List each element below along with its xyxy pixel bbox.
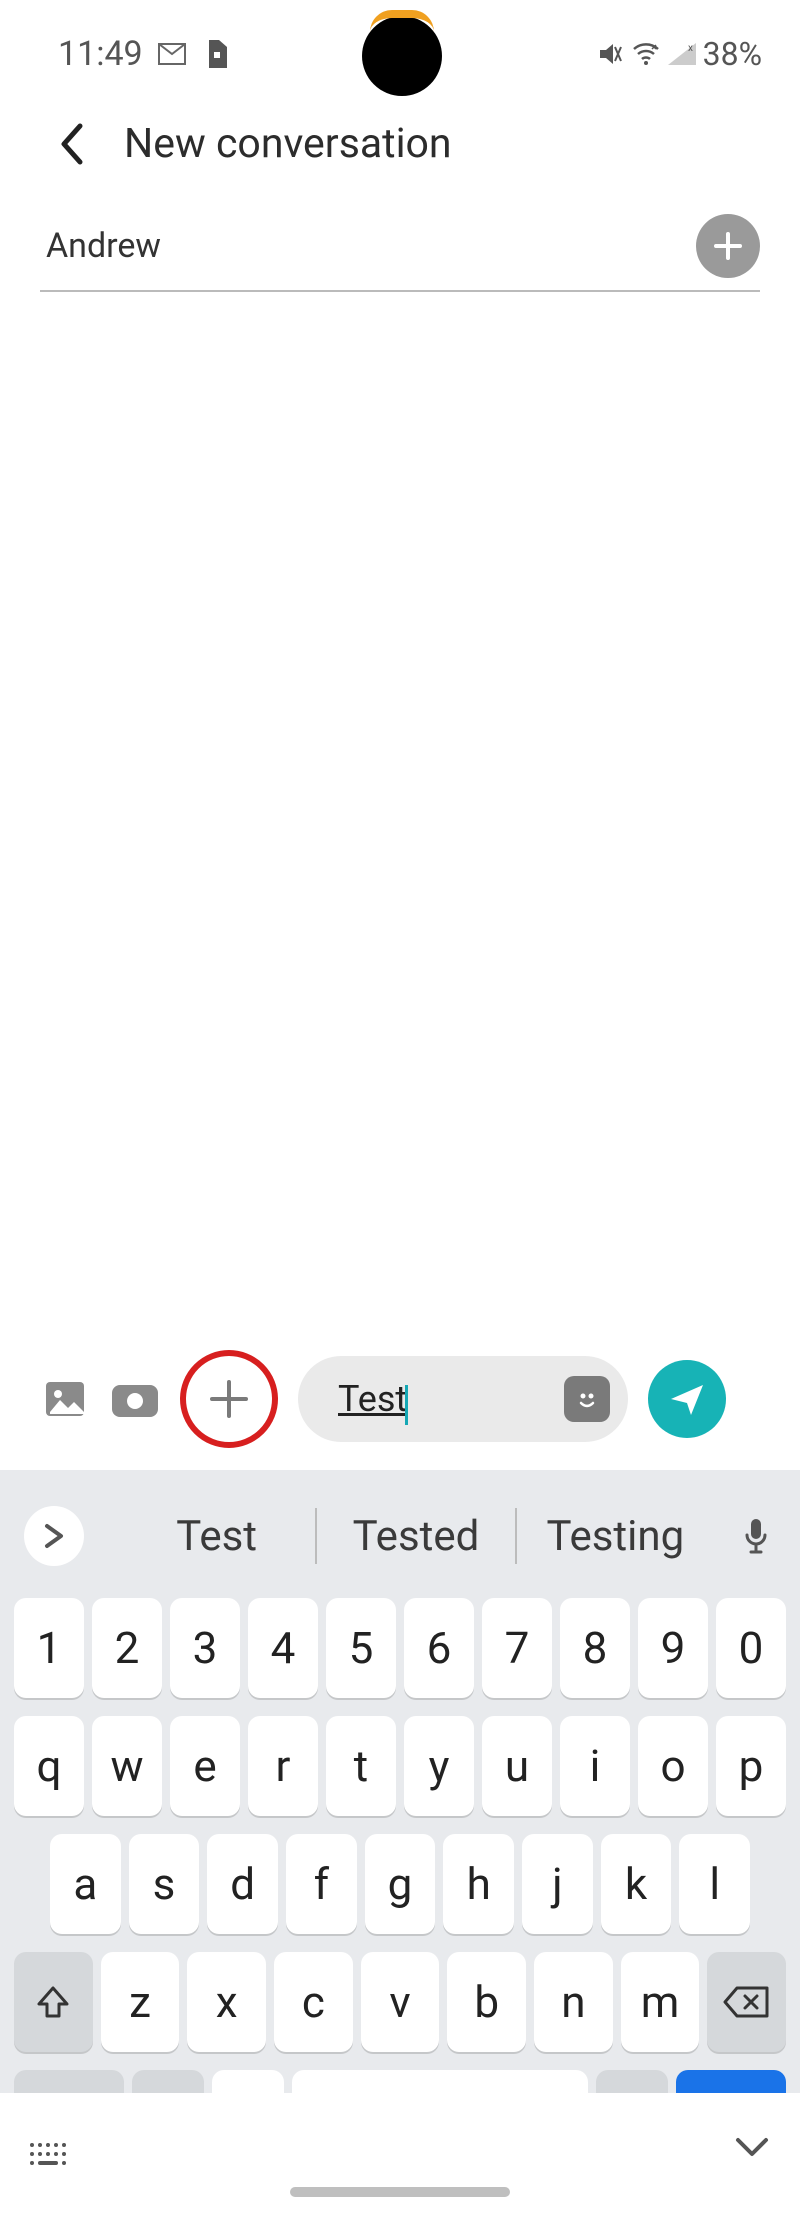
key-row-4: z x c v b n m xyxy=(0,1952,800,2052)
battery-text: 38% xyxy=(703,35,762,73)
key-h[interactable]: h xyxy=(443,1834,514,1934)
key-row-2: q w e r t y u i o p xyxy=(0,1716,800,1816)
key-9[interactable]: 9 xyxy=(638,1598,708,1698)
mute-icon xyxy=(595,39,625,69)
key-2[interactable]: 2 xyxy=(92,1598,162,1698)
mic-icon xyxy=(743,1517,769,1555)
gallery-button[interactable] xyxy=(40,1374,90,1424)
key-3[interactable]: 3 xyxy=(170,1598,240,1698)
camera-cutout-icon xyxy=(362,16,442,96)
page-title: New conversation xyxy=(124,120,452,168)
suggestion-row: Test Tested Testing xyxy=(0,1492,800,1580)
key-p[interactable]: p xyxy=(716,1716,786,1816)
wifi-icon xyxy=(631,39,661,69)
plus-icon xyxy=(206,1376,252,1422)
send-button[interactable] xyxy=(648,1360,726,1438)
shift-icon xyxy=(33,1982,73,2022)
key-row-3: a s d f g h j k l xyxy=(0,1834,800,1934)
suggestion-3[interactable]: Testing xyxy=(517,1512,714,1561)
key-x[interactable]: x xyxy=(187,1952,266,2052)
camera-icon xyxy=(110,1379,160,1419)
home-indicator[interactable] xyxy=(290,2187,510,2197)
key-c[interactable]: c xyxy=(274,1952,353,2052)
key-f[interactable]: f xyxy=(286,1834,357,1934)
image-icon xyxy=(42,1376,88,1422)
send-icon xyxy=(667,1379,707,1419)
message-text: Test xyxy=(338,1378,546,1420)
compose-bar: Test xyxy=(0,1350,800,1448)
attach-more-button[interactable] xyxy=(180,1350,278,1448)
svg-text:x: x xyxy=(688,43,693,54)
key-z[interactable]: z xyxy=(101,1952,180,2052)
key-t[interactable]: t xyxy=(326,1716,396,1816)
keyboard-icon xyxy=(28,2141,68,2167)
expand-toolbar-button[interactable] xyxy=(24,1506,84,1566)
key-y[interactable]: y xyxy=(404,1716,474,1816)
key-u[interactable]: u xyxy=(482,1716,552,1816)
key-r[interactable]: r xyxy=(248,1716,318,1816)
key-0[interactable]: 0 xyxy=(716,1598,786,1698)
key-7[interactable]: 7 xyxy=(482,1598,552,1698)
nav-bar xyxy=(0,2093,800,2215)
key-6[interactable]: 6 xyxy=(404,1598,474,1698)
camera-button[interactable] xyxy=(110,1374,160,1424)
chevron-left-icon xyxy=(58,122,86,166)
sticker-icon xyxy=(572,1384,602,1414)
suggestion-1[interactable]: Test xyxy=(118,1512,315,1561)
key-1[interactable]: 1 xyxy=(14,1598,84,1698)
key-o[interactable]: o xyxy=(638,1716,708,1816)
key-g[interactable]: g xyxy=(365,1834,436,1934)
key-row-1: 1 2 3 4 5 6 7 8 9 0 xyxy=(0,1598,800,1698)
key-l[interactable]: l xyxy=(679,1834,750,1934)
status-time: 11:49 xyxy=(58,34,143,74)
plus-icon xyxy=(712,230,744,262)
key-8[interactable]: 8 xyxy=(560,1598,630,1698)
key-j[interactable]: j xyxy=(522,1834,593,1934)
key-d[interactable]: d xyxy=(207,1834,278,1934)
add-recipient-button[interactable] xyxy=(696,214,760,278)
key-k[interactable]: k xyxy=(601,1834,672,1934)
key-q[interactable]: q xyxy=(14,1716,84,1816)
key-i[interactable]: i xyxy=(560,1716,630,1816)
sd-card-icon xyxy=(201,39,231,69)
key-n[interactable]: n xyxy=(534,1952,613,2052)
chevron-right-icon xyxy=(43,1522,65,1550)
keyboard-switcher-button[interactable] xyxy=(28,2141,68,2167)
key-v[interactable]: v xyxy=(361,1952,440,2052)
divider xyxy=(40,290,760,292)
voice-input-button[interactable] xyxy=(736,1516,776,1556)
key-w[interactable]: w xyxy=(92,1716,162,1816)
signal-icon: x xyxy=(667,39,697,69)
back-button[interactable] xyxy=(52,124,92,164)
key-s[interactable]: s xyxy=(129,1834,200,1934)
hide-keyboard-button[interactable] xyxy=(732,2134,772,2174)
key-4[interactable]: 4 xyxy=(248,1598,318,1698)
message-input[interactable]: Test xyxy=(298,1356,628,1442)
suggestion-2[interactable]: Tested xyxy=(317,1512,514,1561)
backspace-icon xyxy=(723,1984,771,2020)
backspace-key[interactable] xyxy=(707,1952,786,2052)
recipient-row: Andrew xyxy=(0,214,800,278)
key-5[interactable]: 5 xyxy=(326,1598,396,1698)
recipient-input[interactable]: Andrew xyxy=(40,218,696,274)
app-header: New conversation xyxy=(0,86,800,196)
text-caret-icon xyxy=(405,1385,408,1425)
key-m[interactable]: m xyxy=(621,1952,700,2052)
gmail-icon xyxy=(157,39,187,69)
sticker-button[interactable] xyxy=(564,1376,610,1422)
key-e[interactable]: e xyxy=(170,1716,240,1816)
key-b[interactable]: b xyxy=(447,1952,526,2052)
shift-key[interactable] xyxy=(14,1952,93,2052)
key-a[interactable]: a xyxy=(50,1834,121,1934)
chevron-down-icon xyxy=(732,2134,772,2160)
